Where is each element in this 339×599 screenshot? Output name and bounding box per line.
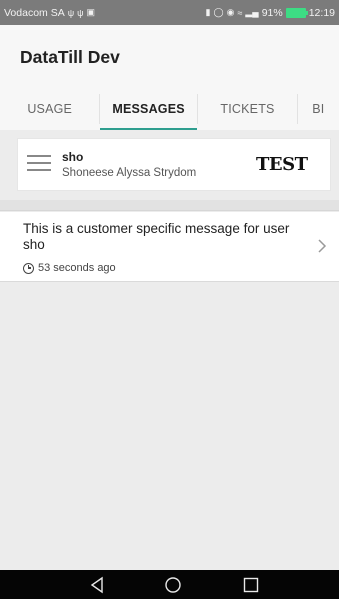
tab-usage[interactable]: USAGE [0, 88, 99, 130]
tab-bi[interactable]: BI [298, 88, 339, 130]
section-divider [0, 200, 339, 211]
data-saver-icon: ◉ [226, 7, 235, 17]
hamburger-icon[interactable] [27, 155, 51, 172]
home-circle-icon[interactable] [163, 575, 183, 595]
user-username: sho [62, 150, 84, 164]
system-nav-bar [0, 570, 339, 599]
usb-icon: ψ [77, 7, 84, 18]
message-timestamp: 53 seconds ago [23, 262, 116, 274]
environment-label: TEST [256, 154, 308, 175]
tab-bar: USAGE MESSAGES TICKETS BI [0, 88, 339, 130]
battery-percent: 91% [261, 6, 283, 19]
chevron-right-icon [318, 239, 327, 253]
wifi-icon: ≈ [237, 7, 243, 18]
back-triangle-icon[interactable] [88, 575, 108, 595]
message-time-text: 53 seconds ago [38, 262, 116, 274]
usb-icon: ψ [67, 7, 75, 18]
app-header: DataTill Dev USAGE MESSAGES TICKETS BI [0, 25, 339, 130]
user-card[interactable]: sho Shoneese Alyssa Strydom TEST [17, 138, 331, 191]
status-carrier-group: Vodacom SA ψ ψ ▣ [4, 7, 206, 19]
app-title: DataTill Dev [20, 47, 120, 67]
alarm-icon: ◯ [213, 7, 224, 17]
empty-content-area [0, 283, 339, 570]
signal-icon: ▂▄ [245, 7, 259, 17]
vibrate-icon: ▮ [205, 7, 211, 17]
tab-messages[interactable]: MESSAGES [100, 88, 198, 130]
battery-icon [285, 7, 308, 18]
status-time: 12:19 [308, 6, 335, 19]
message-list-item[interactable]: This is a customer specific message for … [0, 212, 339, 282]
message-text: This is a customer specific message for … [23, 221, 290, 252]
status-right-group: ▮ ◯ ◉ ≈ ▂▄ 91% 12:19 [206, 7, 335, 19]
user-full-name: Shoneese Alyssa Strydom [62, 167, 197, 179]
screenshot-icon: ▣ [86, 7, 96, 17]
clock-icon [23, 262, 34, 274]
status-bar: Vodacom SA ψ ψ ▣ ▮ ◯ ◉ ≈ ▂▄ 91% 12:19 [0, 0, 339, 25]
tab-tickets[interactable]: TICKETS [198, 88, 297, 130]
recent-square-icon[interactable] [241, 575, 261, 595]
carrier-name: Vodacom SA [4, 6, 65, 19]
